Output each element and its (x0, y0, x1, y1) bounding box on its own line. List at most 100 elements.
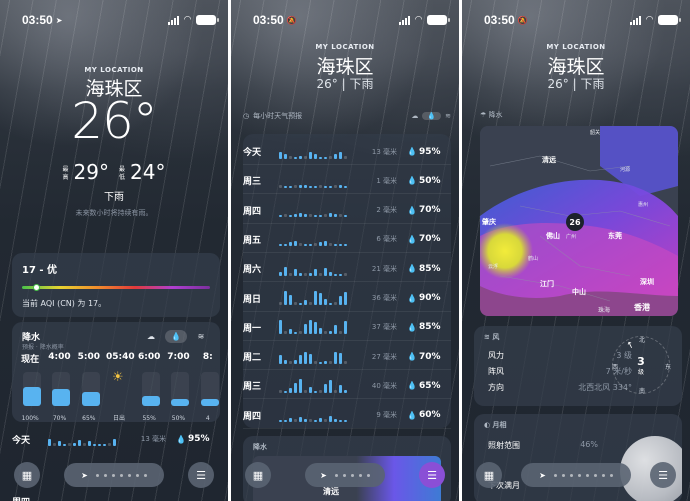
precip-subtitle: 预报 · 降水概率 (22, 344, 64, 351)
weather-screen-map[interactable]: 03:50 🔕 ◠ MY LOCATION 海珠区 26° | 下雨 ☂ 降水 (462, 0, 690, 501)
day-label: 周六 (243, 265, 262, 276)
map-button[interactable]: ▦ (14, 462, 40, 488)
mini-bar (314, 268, 317, 276)
list-button[interactable]: ☰ (188, 462, 214, 488)
hour-item: 5:00 65% (77, 352, 101, 422)
list-icon: ☰ (427, 468, 437, 482)
wifi-icon: ◠ (415, 15, 422, 25)
mini-bar (329, 243, 332, 247)
mini-bar (284, 244, 287, 247)
wind-card[interactable]: ≋ 风 风力 3 级阵风 7 米/秒 方向 北西北风 334° 北 南 东 西 3级 ↑ (474, 326, 682, 406)
daily-mm: 13 毫米 (371, 147, 397, 156)
daily-row-peek[interactable]: 今天 13 毫米 💧 95% (12, 426, 220, 452)
daily-forecast-row[interactable]: 周六 21 毫米 💧 85% (243, 256, 451, 283)
daily-precip-mini-chart (48, 432, 118, 446)
mini-bar (289, 155, 292, 159)
mini-bar (319, 293, 322, 305)
mini-bar (48, 439, 51, 446)
my-location-label: MY LOCATION (315, 43, 375, 51)
hour-item: 6:00 55% (137, 352, 161, 422)
daily-forecast-row[interactable]: 周二 27 毫米 💧 70% (243, 344, 451, 371)
page-indicator[interactable]: ➤ (305, 463, 385, 487)
mini-bar (304, 214, 307, 218)
cloud-icon[interactable]: ☁ (411, 112, 418, 120)
hour-label: 5:00 (77, 352, 101, 362)
day-label: 今天 (12, 435, 31, 446)
daily-forecast-row[interactable]: 今天 13 毫米 💧 95% (243, 139, 451, 165)
daily-forecast-row[interactable]: 周四 9 毫米 💧 60% (243, 403, 451, 429)
aqi-card[interactable]: 17 - 优 当前 AQI (CN) 为 17。 (12, 253, 220, 317)
mini-bar (299, 272, 302, 276)
mini-bar (299, 378, 302, 393)
mini-bar (339, 384, 342, 393)
mini-bar (284, 291, 287, 305)
daily-precip-mini-chart (279, 145, 349, 159)
daily-forecast-row[interactable]: 周五 6 毫米 💧 70% (243, 227, 451, 253)
daily-forecast-row[interactable]: 周三 40 毫米 💧 65% (243, 373, 451, 400)
mini-bar (289, 295, 292, 305)
day-label: 周二 (243, 353, 262, 364)
mini-bar (319, 242, 322, 247)
daily-precip-mini-chart (279, 262, 349, 276)
silent-bell-icon: 🔕 (517, 15, 528, 25)
wind-icon[interactable]: ≋ (445, 112, 451, 120)
precip-mode-toggle[interactable]: ☁ 💧 ≋ (140, 330, 212, 343)
map-button[interactable]: ▦ (476, 462, 502, 488)
moon-icon: ◐ (484, 421, 491, 429)
daily-mm: 2 毫米 (376, 206, 397, 215)
map-button[interactable]: ▦ (245, 462, 271, 488)
mini-bar (73, 443, 76, 446)
mini-bar (324, 299, 327, 305)
hour-label: 4:00 (48, 352, 71, 362)
raindrop-icon[interactable]: 💧 (422, 112, 442, 120)
list-button[interactable]: ☰ (650, 462, 676, 488)
daily-precip-mini-chart (279, 203, 349, 218)
list-button[interactable]: ☰ (419, 462, 445, 488)
low-tag: 最低 (119, 165, 126, 181)
daily-row-peek-2[interactable]: 周四 (12, 488, 220, 501)
daily-forecast-row[interactable]: 周四 2 毫米 💧 70% (243, 198, 451, 224)
hour-precip-pct: 日出 (112, 415, 125, 422)
clock-icon: ◷ (243, 112, 250, 120)
precipitation-radar-map[interactable]: 26 韶关 清远 河源 肇庆 佛山 广州 东莞 惠州 云浮 鹤山 江门 中山 深… (480, 126, 678, 316)
compass-north: 北 (639, 337, 646, 344)
mini-bar (324, 360, 327, 364)
app-screenshots: 03:50 ➤ ◠ MY LOCATION 海珠区 26° 最高 29° 最低 24… (0, 0, 690, 501)
weather-screen-daily[interactable]: 03:50 🔕 ◠ MY LOCATION 海珠区 26° | 下雨 ◷ 每小时… (231, 0, 459, 501)
raindrop-icon[interactable]: 💧 (165, 330, 187, 343)
mini-bar (294, 302, 297, 305)
forecast-mode-toggle[interactable]: ☁ 💧 ≋ (411, 112, 451, 120)
mini-bar (299, 213, 302, 218)
daily-forecast-row[interactable]: 周日 36 毫米 💧 90% (243, 286, 451, 312)
mini-bar (58, 441, 61, 446)
forecast-note: 未来数小时将持续有雨。 (75, 209, 153, 217)
wind-icon[interactable]: ≋ (190, 330, 212, 343)
battery-icon (196, 15, 219, 25)
wind-direction-arrow-icon: ↑ (625, 339, 637, 353)
hour-item: 05:40 ☀ 日出 (106, 352, 135, 422)
mini-bar (324, 214, 327, 218)
mini-bar (344, 292, 347, 305)
mini-bar (299, 155, 302, 159)
mini-bar (309, 272, 312, 276)
page-indicator[interactable]: ➤ (64, 463, 164, 487)
hour-precip-pct: 100% (21, 415, 39, 422)
low-temp: 24° (130, 160, 166, 184)
mini-bar (319, 272, 322, 276)
mini-bar (294, 241, 297, 247)
cloud-icon[interactable]: ☁ (140, 330, 162, 343)
weather-screen-main[interactable]: 03:50 ➤ ◠ MY LOCATION 海珠区 26° 最高 29° 最低 24… (0, 0, 228, 501)
mini-bar (339, 214, 342, 218)
umbrella-icon: ☂ (480, 111, 487, 119)
mini-bar (339, 273, 342, 276)
daily-forecast-row[interactable]: 周三 1 毫米 💧 50% (243, 168, 451, 195)
map-label-shenzhen: 深圳 (640, 277, 654, 286)
mini-bar (294, 419, 297, 423)
hour-item: 现在 100% (18, 352, 42, 422)
mini-bar (304, 389, 307, 393)
precipitation-card[interactable]: 降水 预报 · 降水概率 ☁ 💧 ≋ 现在 100% 4:00 70% 5:00 65% 0… (12, 322, 220, 422)
mini-bar (284, 420, 287, 423)
daily-forecast-row[interactable]: 周一 37 毫米 💧 85% (243, 315, 451, 341)
map-icon: ▦ (252, 468, 264, 482)
page-indicator[interactable]: ➤ (521, 463, 631, 487)
